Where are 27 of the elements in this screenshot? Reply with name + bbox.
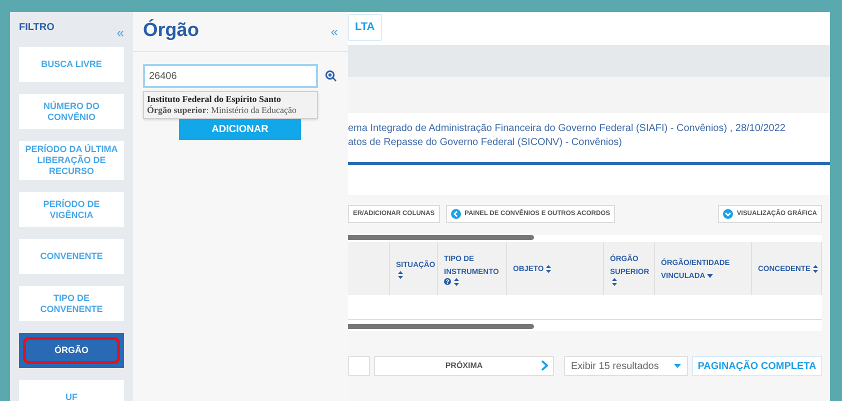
filter-item[interactable]: ÓRGÃO xyxy=(19,333,124,368)
down-chevron-icon xyxy=(722,209,733,219)
data-source-text: atos de Repasse do Governo Federal (SICONV) - Convênios) xyxy=(348,136,624,150)
scrollbar[interactable] xyxy=(348,235,534,240)
consult-button[interactable]: LTA xyxy=(348,14,382,41)
sort-icon[interactable] xyxy=(812,265,818,274)
sort-icon[interactable] xyxy=(454,278,459,286)
panel-title: Órgão xyxy=(143,18,199,44)
autocomplete-suggestion[interactable]: Instituto Federal do Espírito Santo Órgão superior: Ministério da Educação xyxy=(143,91,318,119)
right-chevron-icon xyxy=(541,360,548,371)
help-icon[interactable] xyxy=(444,278,451,285)
left-chevron-icon xyxy=(450,209,461,219)
dropdown-caret-icon xyxy=(674,364,681,368)
sidebar-title: FILTRO xyxy=(19,21,54,35)
sort-icon[interactable] xyxy=(612,278,617,286)
data-source-text: ema Integrado de Administração Financeira do Governo Federal (SIAFI) - Convênios) , 28/10/2022 xyxy=(348,122,786,136)
suggestion-name: Instituto Federal do Espírito Santo xyxy=(147,94,282,105)
search-field[interactable]: 26406 xyxy=(143,64,318,88)
suggestion-detail: Órgão superior: Ministério da Educação xyxy=(147,105,298,116)
sort-icon[interactable] xyxy=(398,271,403,279)
sort-descending-icon[interactable] xyxy=(707,274,714,278)
search-icon[interactable] xyxy=(325,70,337,82)
full-pagination-button[interactable]: PAGINAÇÃO COMPLETA xyxy=(692,356,822,376)
sort-icon[interactable] xyxy=(546,265,551,274)
scrollbar[interactable] xyxy=(348,324,534,329)
next-button[interactable]: PRÓXIMA xyxy=(374,356,554,376)
page-size-select[interactable]: Exibir 15 resultados xyxy=(564,356,688,376)
